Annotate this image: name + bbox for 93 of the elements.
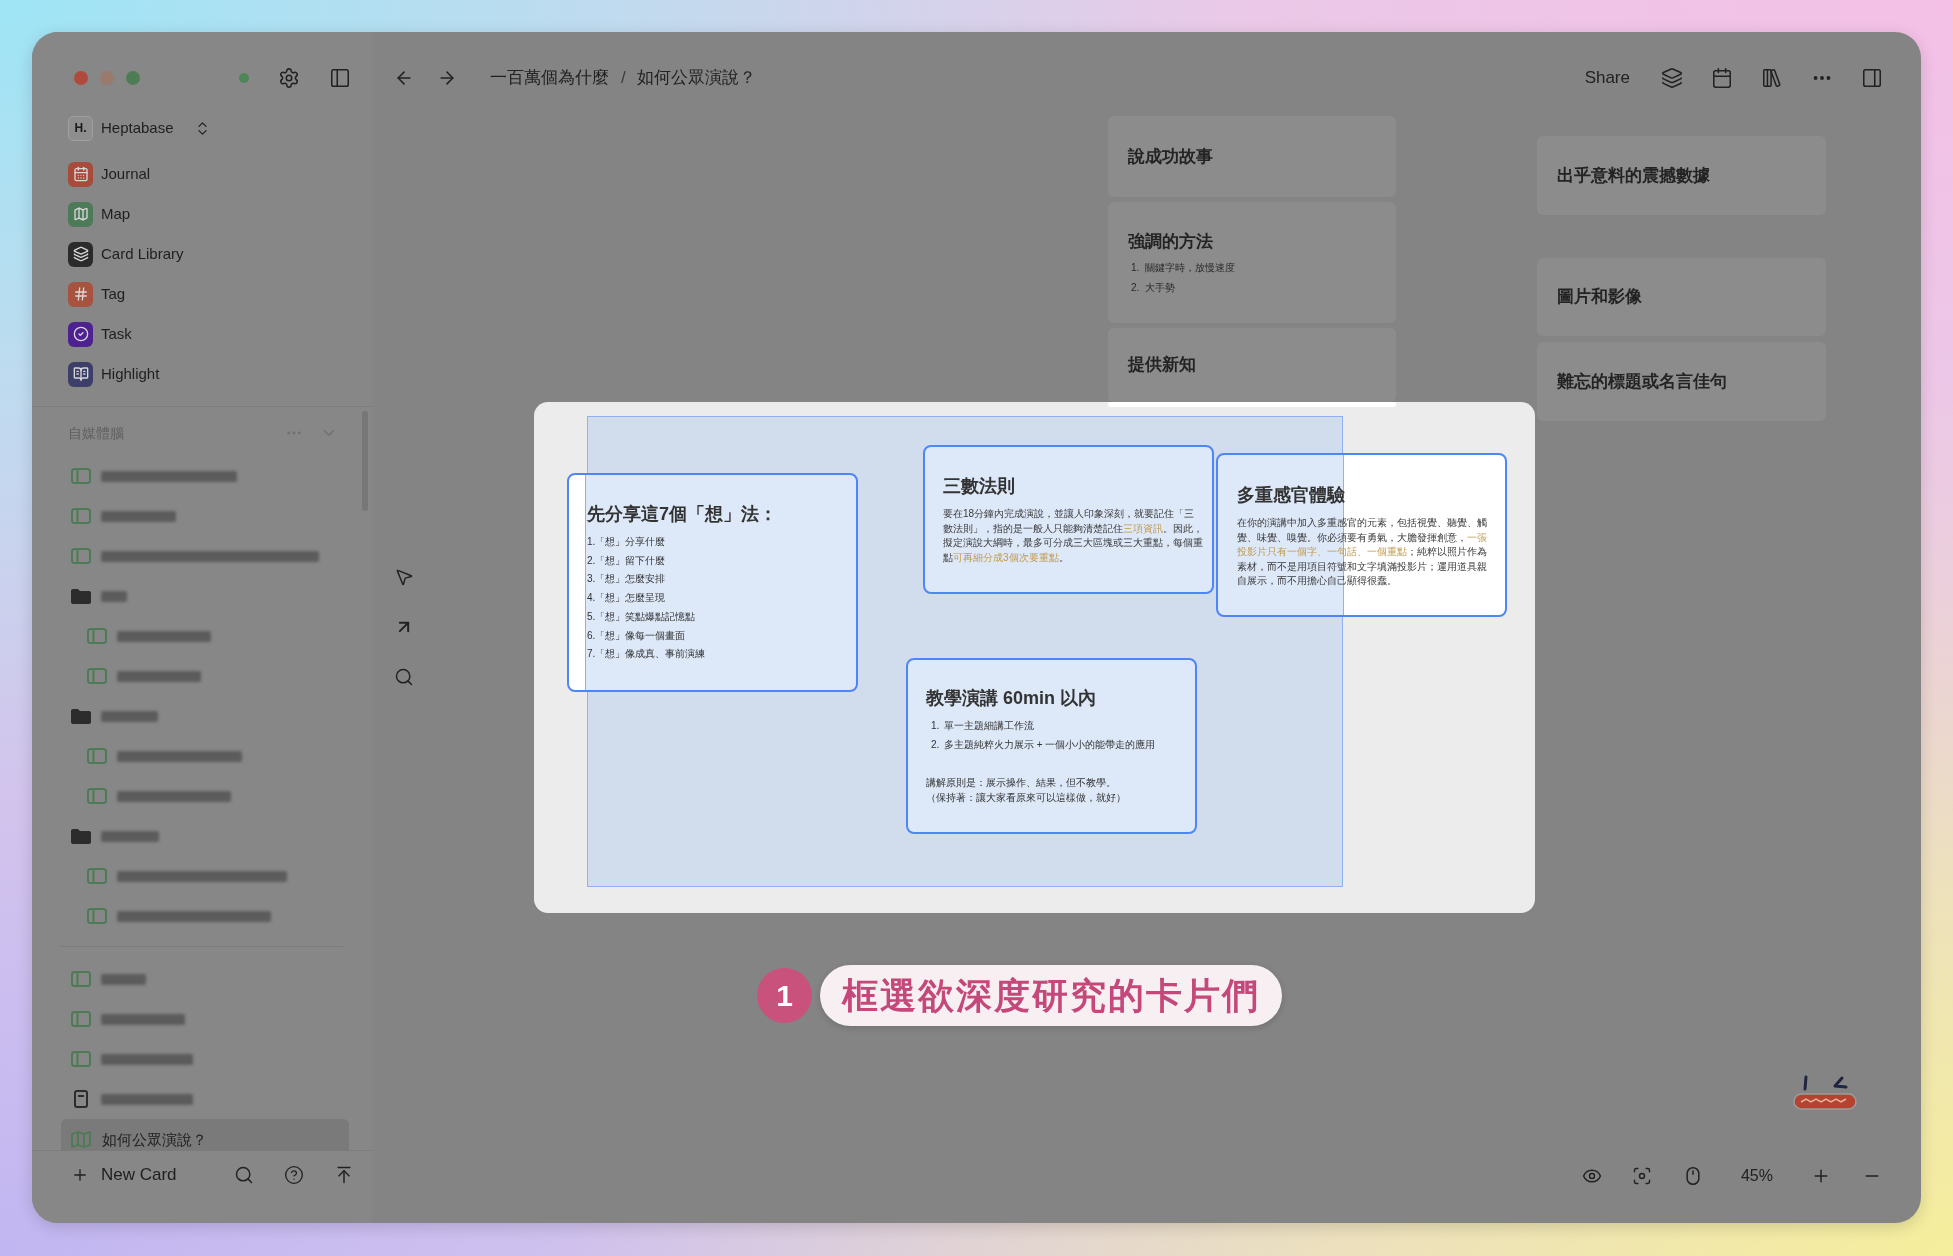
layers-icon[interactable] (1661, 67, 1683, 89)
card-title: 強調的方法 (1128, 231, 1214, 253)
card-title: 先分享這7個「想」法： (587, 503, 778, 526)
card-title: 圖片和影像 (1557, 286, 1643, 308)
list-item: 5.「想」笑點爆點記憶點 (587, 609, 697, 624)
share-button[interactable]: Share (1584, 65, 1630, 91)
settings-icon[interactable] (278, 67, 300, 89)
list-item: 2. 多主題純粹火力展示 + 一個小小的能帶走的應用 (930, 738, 1157, 752)
card-icon (71, 1011, 91, 1027)
note-card[interactable]: 先分享這7個「想」法： 1.「想」分享什麼 2.「想」留下什麼 3.「想」怎麼安排 4.「想」怎麼呈現 5.「想」笑點爆點記憶點 6.「想」像每一個畫面 7.「想」像成真、事前演練 (567, 473, 858, 692)
card-icon (71, 1051, 91, 1067)
note-card[interactable]: 教學演講 60min 以內 1. 單一主題細講工作流 2. 多主題純粹火力展示 + 一個小小的能帶走的應用 講解原則是：展示操作、結果，但不教學。 （保持著：讓大家看原來可以這樣做，就好） (906, 658, 1197, 834)
focus-icon[interactable] (1631, 1166, 1652, 1186)
new-card-button[interactable]: New Card (71, 1162, 177, 1188)
note-card[interactable]: 提供新知 (1108, 328, 1396, 402)
calendar-icon (68, 161, 93, 187)
card-icon (71, 508, 91, 524)
blurred-text (101, 830, 159, 842)
zoom-level: 45% (1740, 1166, 1773, 1186)
note-card[interactable]: 難忘的標題或名言佳句 (1537, 342, 1826, 421)
card-icon (71, 971, 91, 987)
sidebar-item[interactable]: Highlight (61, 354, 343, 394)
card-body-text: 在你的演講中加入多重感官的元素，包括視覺、聽覺、觸覺、味覺、嗅覺。你必須要有勇氣，大膽發揮創意，一張投影片只有一個字、一句話、一個重點；純粹以照片作為素材，而不是用項目符號和文字填滿投影片；運用道具親自展示，而不用擔心自己顯得很蠢。 (1237, 516, 1488, 588)
list-item: 6.「想」像每一個畫面 (587, 628, 687, 643)
card-title: 難忘的標題或名言佳句 (1557, 370, 1728, 393)
list-item: 2. 大手勢 (1130, 281, 1176, 295)
note-card[interactable]: 出乎意料的震撼數據 (1537, 136, 1826, 215)
blurred-text (101, 973, 146, 985)
note-card[interactable]: 圖片和影像 (1537, 258, 1826, 336)
card-note-text: 講解原則是：展示操作、結果，但不教學。 (926, 776, 1117, 790)
search-icon[interactable] (234, 1165, 254, 1185)
breadcrumb-item[interactable]: 一百萬個為什麼 (490, 65, 609, 91)
note-card[interactable]: 多重感官體驗 在你的演講中加入多重感官的元素，包括視覺、聽覺、觸覺、味覺、嗅覺。你必須要有勇氣，大膽發揮創意，一張投影片只有一個字、一句話、一個重點；純粹以照片作為素材，而不是用項目符號和文字填滿投影片；運用道具親自展示，而不用擔心自己顯得很蠢。 (1216, 453, 1507, 617)
plus-icon (71, 1166, 89, 1184)
callout-label: 框選欲深度研究的卡片們 (820, 965, 1282, 1026)
books-icon[interactable] (1761, 67, 1783, 89)
note-card[interactable]: 強調的方法 1. 關鍵字時，放慢速度 2. 大手勢 (1108, 202, 1396, 323)
sidebar-item[interactable]: Tag (61, 274, 343, 314)
sidebar-item[interactable]: 如何公眾演說？ (61, 1119, 349, 1150)
card-icon (87, 748, 107, 764)
folder-icon (71, 708, 91, 724)
folder-icon (71, 588, 91, 604)
card-title: 三數法則 (943, 475, 1016, 498)
sidebar-toggle-icon[interactable] (329, 67, 351, 89)
card-icon (87, 788, 107, 804)
card-title: 說成功故事 (1128, 145, 1214, 168)
calendar-icon[interactable] (1711, 67, 1733, 89)
workspace-switcher[interactable]: H. Heptabase (61, 110, 211, 146)
card-title: 教學演講 60min 以內 (926, 687, 1098, 710)
workspace-logo: H. (68, 115, 93, 141)
note-card[interactable]: 三數法則 要在18分鐘內完成演說，並讓人印象深刻，就要記住「三數法則」，指的是一般人只能夠清楚記住三項資訊。因此，擬定演說大綱時，最多可分成三大區塊或三大重點，每個重點可再細分成3個次要重點。 (923, 445, 1214, 594)
list-item: 2.「想」留下什麼 (587, 553, 667, 568)
card-title: 提供新知 (1128, 354, 1197, 376)
step-number: 1 (757, 968, 812, 1023)
blurred-text (101, 710, 158, 722)
sidebar-item[interactable]: Card Library (61, 234, 343, 274)
card-icon (87, 628, 107, 644)
map-icon (68, 201, 93, 227)
list-item: 1. 關鍵字時，放慢速度 (1130, 261, 1236, 275)
list-item: 3.「想」怎麼安排 (587, 572, 667, 587)
card-note-text: （保持著：讓大家看原來可以這樣做，就好） (926, 791, 1127, 805)
right-panel-toggle-icon[interactable] (1861, 67, 1883, 89)
sidebar-item[interactable]: Task (61, 314, 343, 354)
card-icon (71, 548, 91, 564)
sidebar-item[interactable]: Map (61, 194, 343, 234)
card-body-text: 要在18分鐘內完成演說，並讓人印象深刻，就要記住「三數法則」，指的是一般人只能夠清楚記住三項資訊。因此，擬定演說大綱時，最多可分成三大區塊或三大重點，每個重點可再細分成3個次要重點。 (943, 507, 1204, 565)
map-icon (71, 1130, 91, 1148)
card-icon (87, 908, 107, 924)
layers-icon (68, 241, 93, 267)
help-icon[interactable] (284, 1165, 304, 1185)
list-item: 1.「想」分享什麼 (587, 535, 667, 549)
cartoon-face-icon (1790, 1075, 1860, 1111)
list-item: 1. 單一主題細講工作流 (930, 719, 1035, 733)
card-icon (71, 468, 91, 484)
document-icon (74, 1090, 88, 1108)
arrow-up-to-line-icon[interactable] (334, 1165, 354, 1185)
blurred-text (101, 590, 127, 602)
card-icon (87, 668, 107, 684)
card-title: 出乎意料的震撼數據 (1557, 164, 1711, 187)
list-item: 4.「想」怎麼呈現 (587, 591, 667, 606)
eye-icon[interactable] (1581, 1166, 1602, 1186)
folder-icon (71, 828, 91, 844)
note-card[interactable]: 說成功故事 (1108, 116, 1396, 197)
pointer-tool-icon[interactable] (394, 567, 414, 587)
open-book-icon (68, 361, 93, 387)
breadcrumb-item[interactable]: 如何公眾演說？ (636, 65, 756, 91)
card-title: 多重感官體驗 (1237, 484, 1346, 507)
search-icon[interactable] (394, 667, 414, 687)
sidebar-item[interactable]: Journal (61, 154, 343, 194)
breadcrumb-separator: / (621, 67, 626, 90)
card-icon (87, 868, 107, 884)
hash-icon (68, 281, 93, 307)
list-item: 7.「想」像成真、事前演練 (587, 647, 707, 662)
